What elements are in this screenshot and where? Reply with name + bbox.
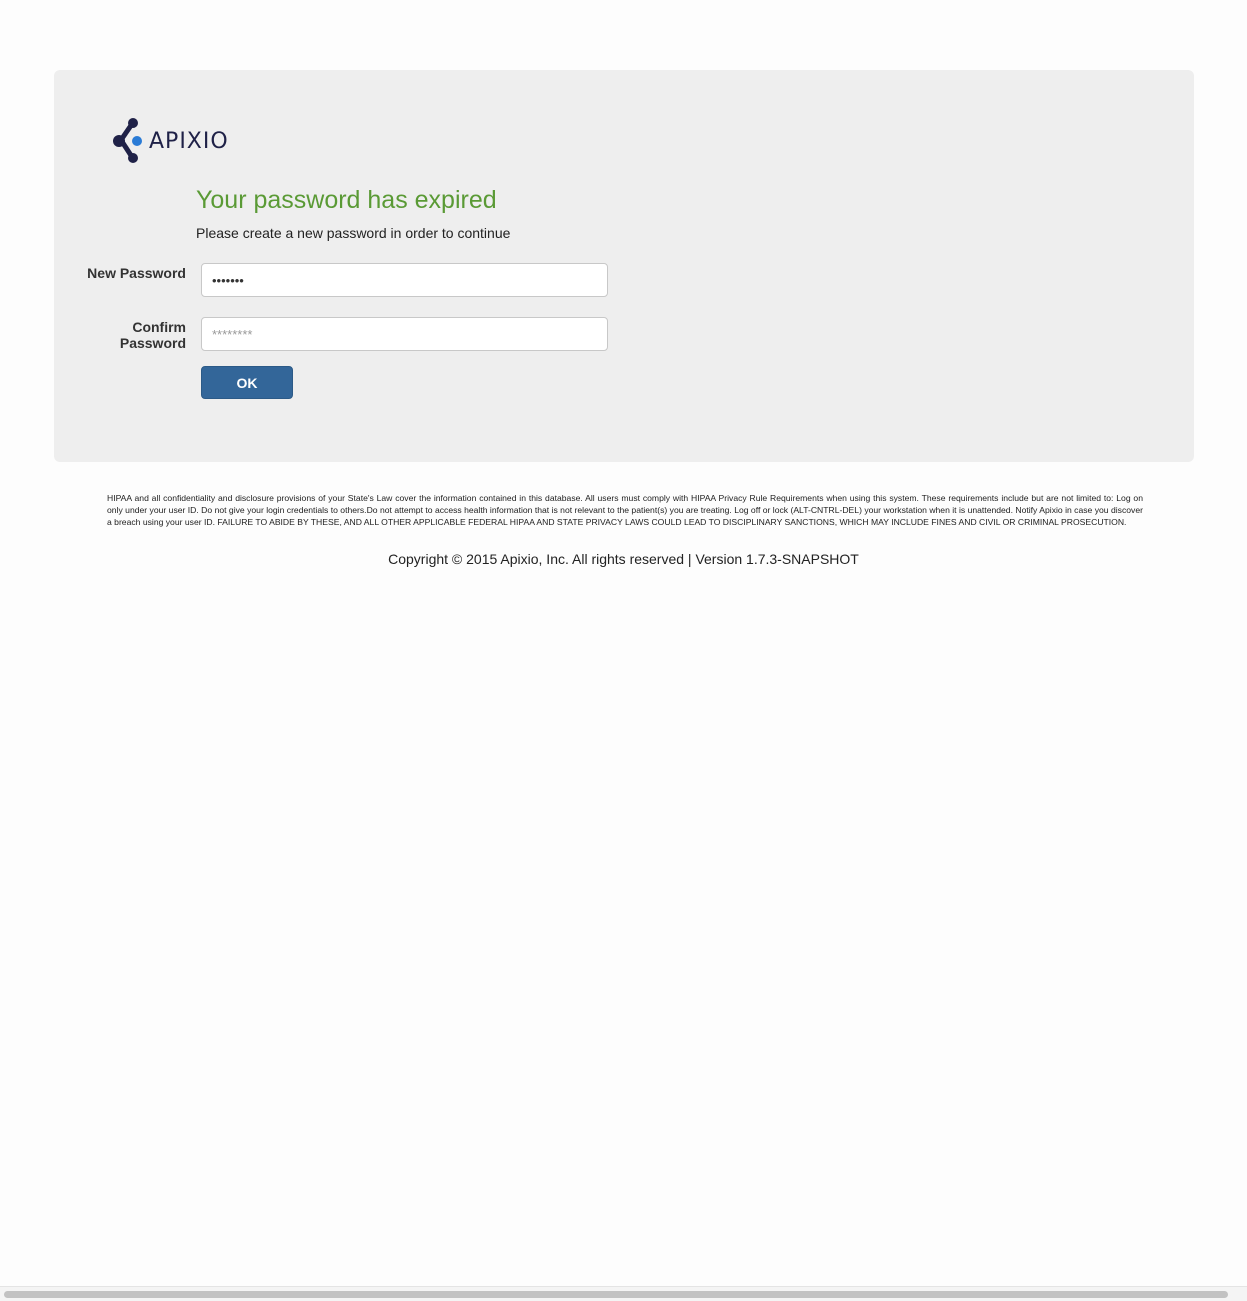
hipaa-disclaimer: HIPAA and all confidentiality and disclo…: [107, 493, 1143, 527]
confirm-password-label: Confirm Password: [119, 319, 186, 351]
password-expired-panel: APIXIO Your password has expired Please …: [54, 70, 1194, 462]
scrollbar-thumb[interactable]: [4, 1291, 1228, 1298]
apixio-logo: APIXIO: [113, 117, 229, 165]
page: APIXIO Your password has expired Please …: [0, 0, 1247, 1301]
apixio-logo-text: APIXIO: [149, 128, 229, 154]
page-title: Your password has expired: [196, 186, 497, 214]
confirm-password-field[interactable]: [201, 317, 608, 351]
confirm-password-row: Confirm Password: [54, 317, 614, 353]
apixio-logo-icon: [113, 118, 142, 163]
horizontal-scrollbar[interactable]: [0, 1286, 1247, 1301]
page-subtitle: Please create a new password in order to…: [196, 225, 511, 241]
copyright-footer: Copyright © 2015 Apixio, Inc. All rights…: [388, 551, 859, 567]
new-password-field[interactable]: [201, 263, 608, 297]
ok-button[interactable]: OK: [201, 366, 293, 399]
new-password-row: New Password: [54, 263, 614, 299]
new-password-label: New Password: [87, 265, 186, 281]
